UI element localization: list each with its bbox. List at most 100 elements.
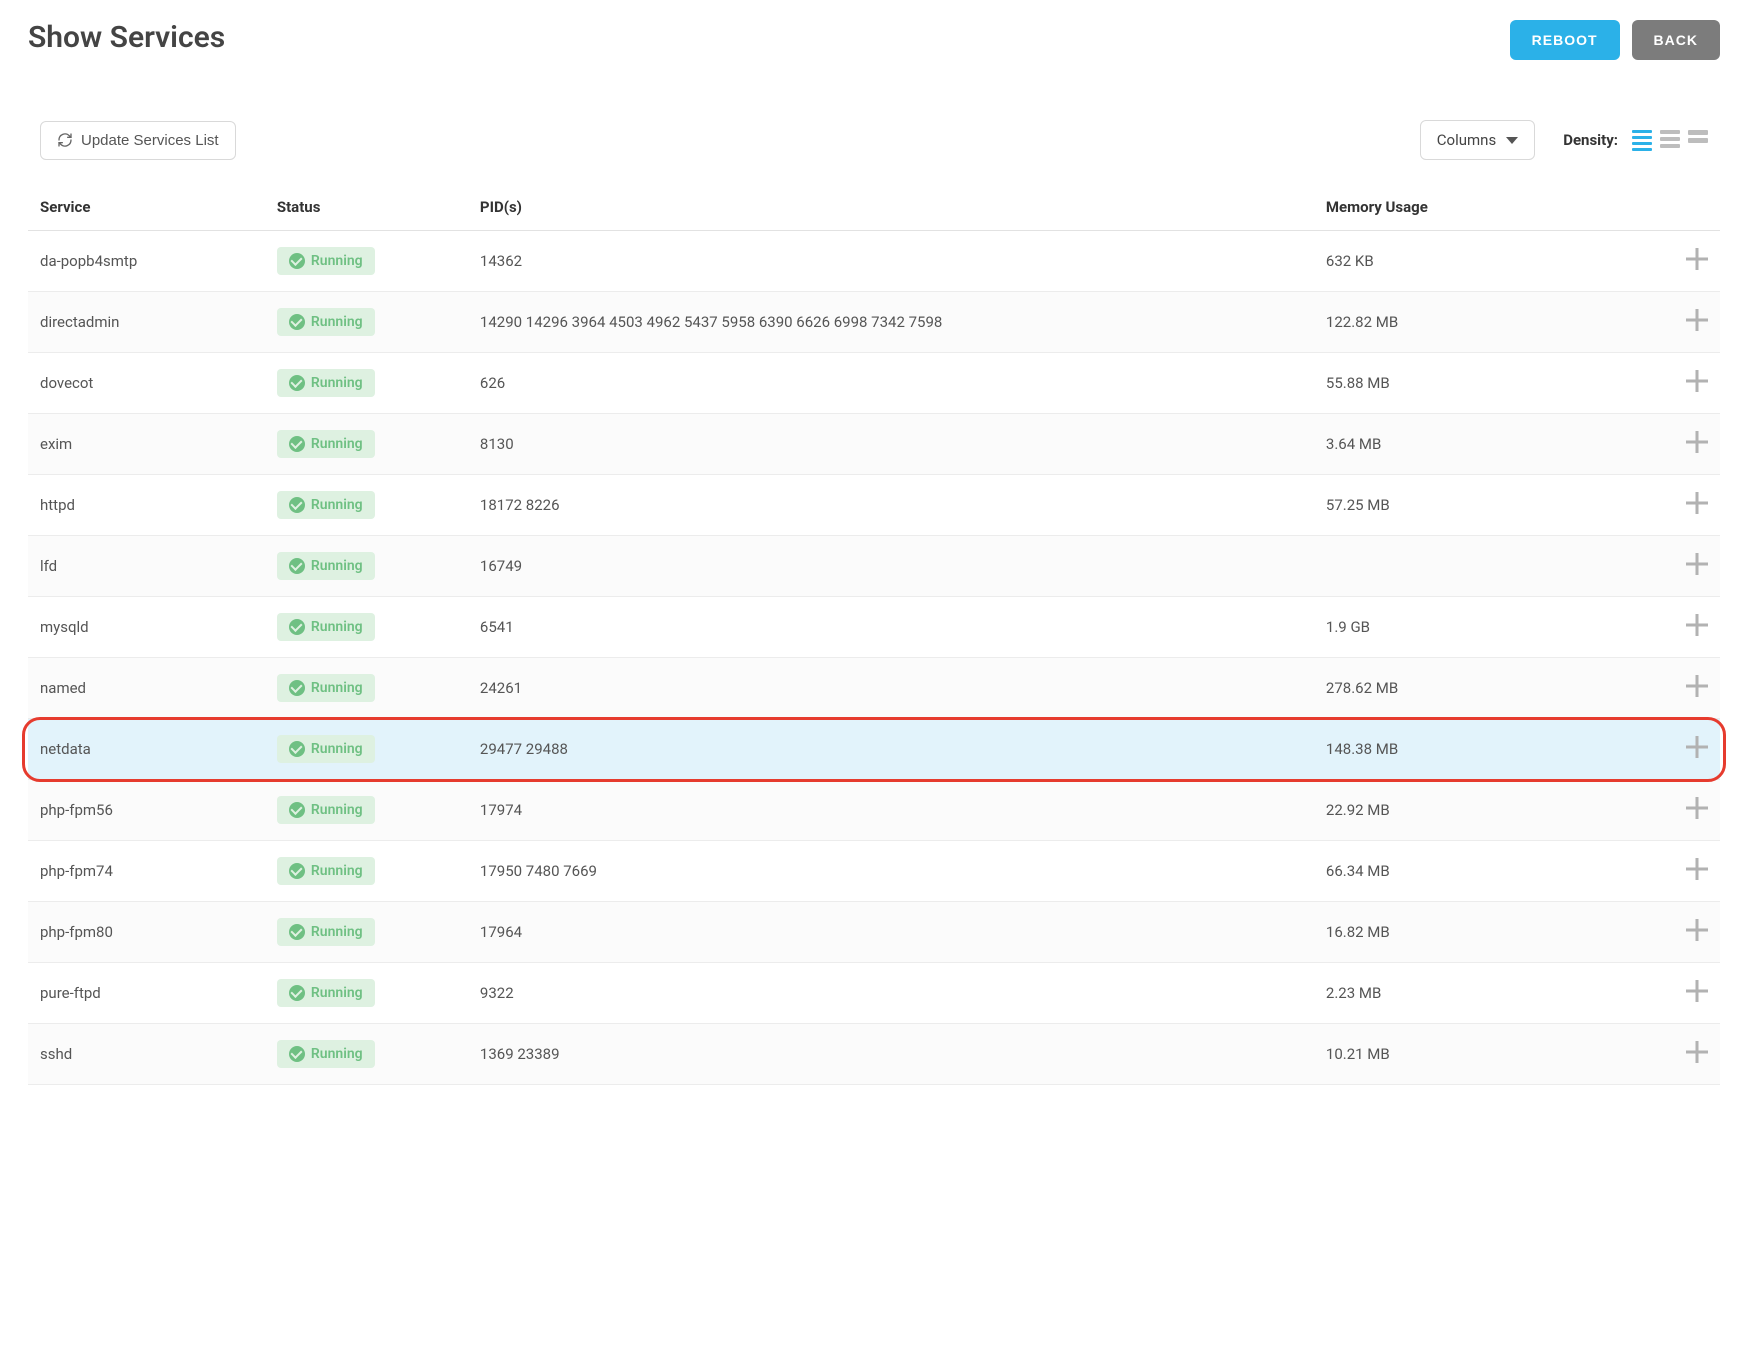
check-icon <box>289 802 305 818</box>
check-icon <box>289 375 305 391</box>
service-status: Running <box>265 414 468 475</box>
status-label: Running <box>311 741 363 757</box>
check-icon <box>289 497 305 513</box>
chevron-down-icon <box>1506 137 1518 144</box>
service-memory: 57.25 MB <box>1314 475 1619 536</box>
density-large-icon[interactable] <box>1688 130 1708 151</box>
status-label: Running <box>311 802 363 818</box>
service-name: named <box>28 658 265 719</box>
expand-row-button[interactable] <box>1686 614 1708 636</box>
table-row: mysqld Running 65411.9 GB <box>28 597 1720 658</box>
service-status: Running <box>265 597 468 658</box>
service-name: httpd <box>28 475 265 536</box>
service-status: Running <box>265 292 468 353</box>
check-icon <box>289 619 305 635</box>
service-memory: 148.38 MB <box>1314 719 1619 780</box>
col-service[interactable]: Service <box>28 184 265 231</box>
table-row: directadminRunning14290 14296 3964 4503 … <box>28 292 1720 353</box>
service-name: dovecot <box>28 353 265 414</box>
check-icon <box>289 314 305 330</box>
service-status: Running <box>265 719 468 780</box>
table-row: lfdRunning16749 <box>28 536 1720 597</box>
status-label: Running <box>311 863 363 879</box>
table-row: exim Running 81303.64 MB <box>28 414 1720 475</box>
status-badge: Running <box>277 552 375 580</box>
expand-row-button[interactable] <box>1686 675 1708 697</box>
col-status[interactable]: Status <box>265 184 468 231</box>
service-name: netdata <box>28 719 265 780</box>
expand-row-button[interactable] <box>1686 309 1708 331</box>
expand-row-button[interactable] <box>1686 736 1708 758</box>
service-name: php-fpm56 <box>28 780 265 841</box>
service-status: Running <box>265 536 468 597</box>
status-badge: Running <box>277 1040 375 1068</box>
check-icon <box>289 741 305 757</box>
expand-row-button[interactable] <box>1686 858 1708 880</box>
expand-row-button[interactable] <box>1686 431 1708 453</box>
check-icon <box>289 863 305 879</box>
service-memory: 632 KB <box>1314 231 1619 292</box>
expand-row-button[interactable] <box>1686 797 1708 819</box>
expand-row-button[interactable] <box>1686 492 1708 514</box>
service-memory: 10.21 MB <box>1314 1024 1619 1085</box>
status-badge: Running <box>277 308 375 336</box>
status-label: Running <box>311 1046 363 1062</box>
service-memory: 278.62 MB <box>1314 658 1619 719</box>
expand-row-button[interactable] <box>1686 919 1708 941</box>
service-pids: 17950 7480 7669 <box>468 841 1314 902</box>
table-row: netdataRunning29477 29488148.38 MB <box>28 719 1720 780</box>
service-name: exim <box>28 414 265 475</box>
table-row: namedRunning24261278.62 MB <box>28 658 1720 719</box>
service-status: Running <box>265 780 468 841</box>
status-label: Running <box>311 558 363 574</box>
table-row: php-fpm80Running1796416.82 MB <box>28 902 1720 963</box>
table-row: pure-ftpdRunning93222.23 MB <box>28 963 1720 1024</box>
update-services-button[interactable]: Update Services List <box>40 121 236 160</box>
service-status: Running <box>265 475 468 536</box>
status-label: Running <box>311 436 363 452</box>
col-pids[interactable]: PID(s) <box>468 184 1314 231</box>
table-row: da-popb4smtpRunning14362632 KB <box>28 231 1720 292</box>
status-label: Running <box>311 680 363 696</box>
back-button[interactable]: BACK <box>1632 20 1720 60</box>
density-compact-icon[interactable] <box>1632 130 1652 151</box>
expand-row-button[interactable] <box>1686 1041 1708 1063</box>
status-badge: Running <box>277 857 375 885</box>
service-name: pure-ftpd <box>28 963 265 1024</box>
check-icon <box>289 558 305 574</box>
service-pids: 17964 <box>468 902 1314 963</box>
update-services-label: Update Services List <box>81 132 219 149</box>
status-badge: Running <box>277 674 375 702</box>
service-memory: 3.64 MB <box>1314 414 1619 475</box>
service-name: php-fpm80 <box>28 902 265 963</box>
status-badge: Running <box>277 613 375 641</box>
service-name: mysqld <box>28 597 265 658</box>
status-badge: Running <box>277 430 375 458</box>
reboot-button[interactable]: REBOOT <box>1510 20 1620 60</box>
service-pids: 8130 <box>468 414 1314 475</box>
expand-row-button[interactable] <box>1686 553 1708 575</box>
service-name: php-fpm74 <box>28 841 265 902</box>
service-pids: 1369 23389 <box>468 1024 1314 1085</box>
expand-row-button[interactable] <box>1686 980 1708 1002</box>
service-name: directadmin <box>28 292 265 353</box>
service-pids: 6541 <box>468 597 1314 658</box>
service-memory: 22.92 MB <box>1314 780 1619 841</box>
status-label: Running <box>311 985 363 1001</box>
check-icon <box>289 436 305 452</box>
expand-row-button[interactable] <box>1686 370 1708 392</box>
service-memory <box>1314 536 1619 597</box>
status-badge: Running <box>277 796 375 824</box>
check-icon <box>289 1046 305 1062</box>
service-memory: 1.9 GB <box>1314 597 1619 658</box>
status-badge: Running <box>277 247 375 275</box>
service-status: Running <box>265 658 468 719</box>
status-badge: Running <box>277 918 375 946</box>
col-memory[interactable]: Memory Usage <box>1314 184 1619 231</box>
check-icon <box>289 680 305 696</box>
expand-row-button[interactable] <box>1686 248 1708 270</box>
columns-dropdown[interactable]: Columns <box>1420 120 1535 160</box>
service-memory: 2.23 MB <box>1314 963 1619 1024</box>
density-medium-icon[interactable] <box>1660 130 1680 151</box>
service-status: Running <box>265 902 468 963</box>
